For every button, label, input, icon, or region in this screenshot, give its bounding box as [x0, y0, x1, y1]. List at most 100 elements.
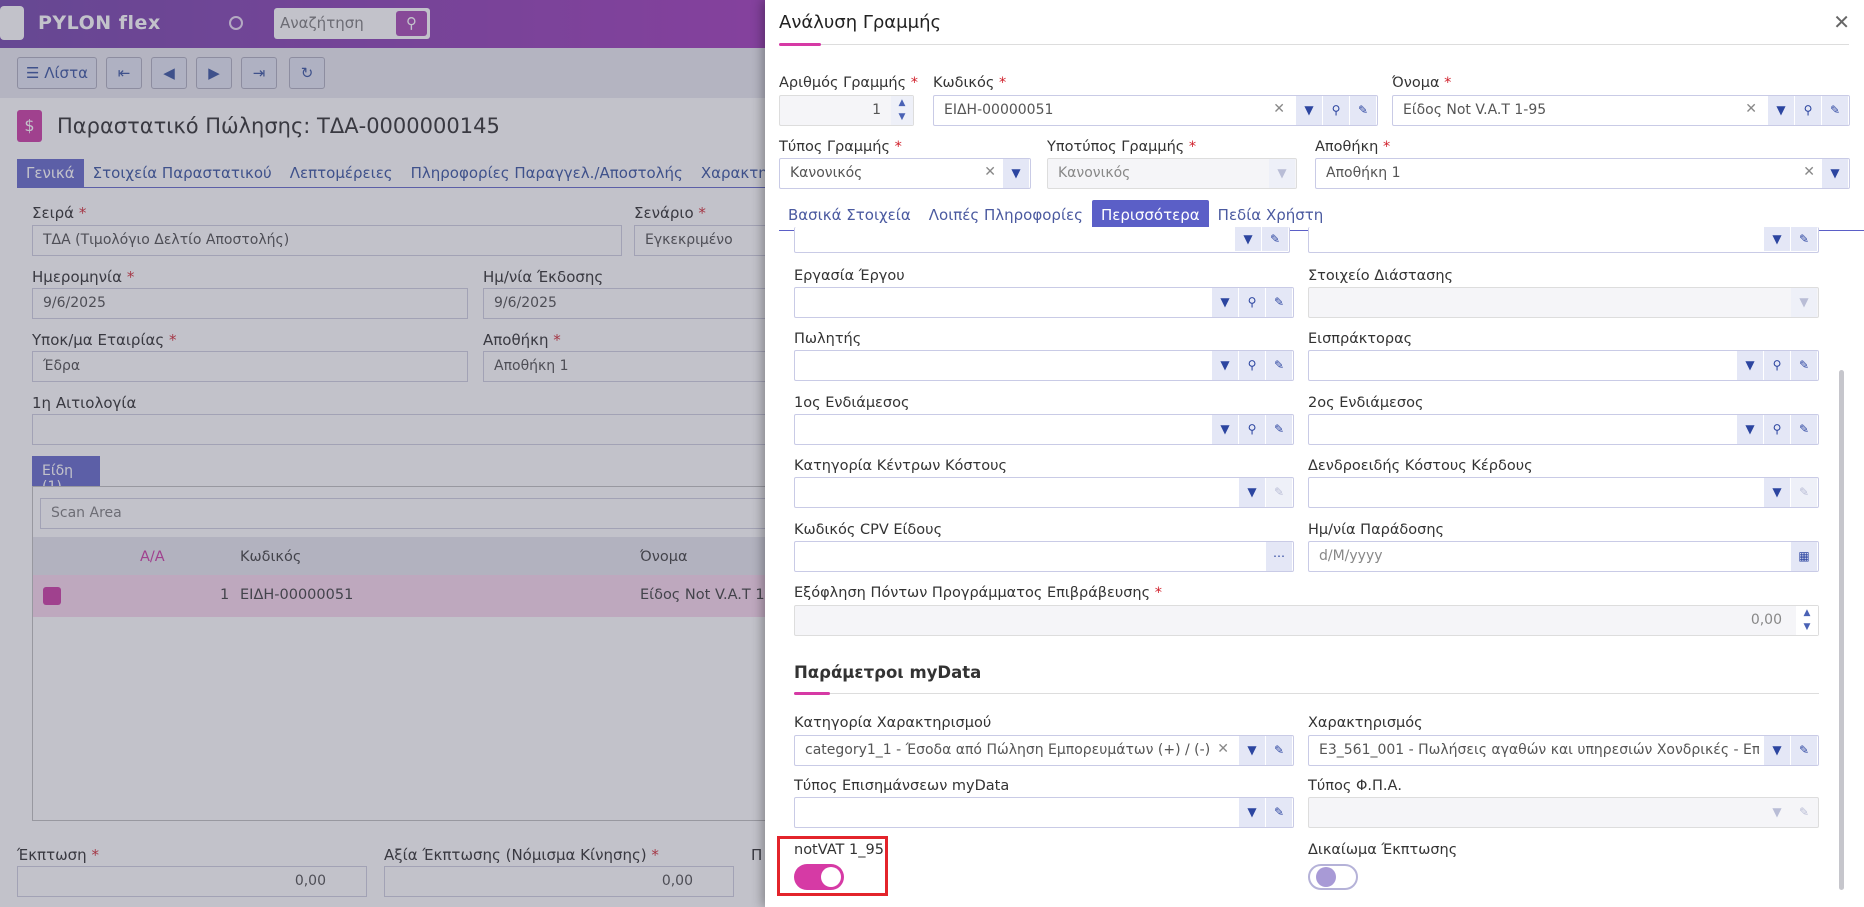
search-icon[interactable]: ⚲: [1323, 96, 1349, 125]
cost-center-category-field[interactable]: ▼ ✎: [794, 477, 1294, 508]
char-category-label: Κατηγορία Χαρακτηρισμού: [794, 715, 992, 731]
cpv-label: Κωδικός CPV Είδους: [794, 522, 943, 538]
search-icon[interactable]: ⚲: [1239, 351, 1265, 380]
project-task-field[interactable]: ▼ ⚲ ✎: [794, 287, 1294, 318]
stepper-arrows-icon[interactable]: ▲ ▼: [1796, 606, 1818, 635]
edit-icon[interactable]: ✎: [1266, 415, 1292, 444]
chevron-down-icon: ▼: [1772, 805, 1782, 819]
tab-other-info[interactable]: Λοιπές Πληροφορίες: [920, 200, 1092, 230]
edit-icon[interactable]: ✎: [1266, 798, 1292, 827]
tab-user-fields[interactable]: Πεδία Χρήστη: [1209, 200, 1333, 230]
edit-icon[interactable]: ✎: [1266, 736, 1292, 765]
edit-icon[interactable]: ✎: [1822, 96, 1848, 125]
clear-icon[interactable]: ✕: [1803, 164, 1815, 180]
chevron-down-icon[interactable]: ▼: [1822, 159, 1848, 188]
salesman-label: Πωλητής: [794, 331, 862, 347]
cpv-field[interactable]: ⋯: [794, 541, 1294, 572]
salesman-field[interactable]: ▼ ⚲ ✎: [794, 350, 1294, 381]
calendar-icon[interactable]: ▦: [1791, 542, 1817, 571]
search-icon[interactable]: ⚲: [1764, 415, 1790, 444]
clear-icon[interactable]: ✕: [1273, 101, 1285, 117]
collector-label: Εισπράκτορας: [1308, 331, 1413, 347]
warehouse-label: Αποθήκη *: [1315, 139, 1391, 155]
discount-right-label: Δικαίωμα Έκπτωσης: [1308, 842, 1458, 858]
search-icon[interactable]: ⚲: [1764, 351, 1790, 380]
code-field[interactable]: ΕΙΔΗ-00000051 ✕ ▼ ⚲ ✎: [933, 95, 1378, 126]
mydata-section-title: Παράμετροι myData: [794, 663, 982, 682]
chevron-down-icon[interactable]: ▼: [1235, 227, 1261, 251]
discount-right-toggle[interactable]: [1308, 864, 1358, 890]
search-icon[interactable]: ⚲: [1795, 96, 1821, 125]
chevron-down-icon[interactable]: ▼: [1003, 159, 1029, 188]
chevron-down-icon[interactable]: ▼: [1212, 288, 1238, 317]
line-type-label: Τύπος Γραμμής *: [779, 139, 902, 155]
edit-icon[interactable]: ✎: [1791, 415, 1817, 444]
chevron-down-icon[interactable]: ▼: [1296, 96, 1322, 125]
partial-field-right[interactable]: ▼ ✎: [1308, 227, 1819, 253]
partial-field-left[interactable]: ▼ ✎: [794, 227, 1290, 253]
line-subtype-label: Υποτύπος Γραμμής *: [1047, 139, 1197, 155]
chevron-down-icon[interactable]: ▼: [1764, 736, 1790, 765]
line-number-stepper[interactable]: 1 ▲ ▼: [779, 95, 914, 126]
line-type-select[interactable]: Κανονικός ✕ ▼: [779, 158, 1031, 189]
tab-more[interactable]: Περισσότερα: [1091, 200, 1209, 230]
intermediary2-label: 2ος Ενδιάμεσος: [1308, 395, 1424, 411]
edit-icon: ✎: [1266, 478, 1292, 507]
chevron-down-icon[interactable]: ▼: [1239, 478, 1265, 507]
delivery-date-label: Ημ/νία Παράδοσης: [1308, 522, 1445, 538]
chevron-down-icon[interactable]: ▼: [1768, 96, 1794, 125]
edit-icon[interactable]: ✎: [1791, 227, 1817, 251]
cost-tree-label: Δενδροειδής Κόστους Κέρδους: [1308, 458, 1533, 474]
delivery-date-field[interactable]: d/M/yyyy ▦: [1308, 541, 1819, 572]
chevron-down-icon[interactable]: ▼: [1764, 227, 1790, 251]
search-icon[interactable]: ⚲: [1239, 415, 1265, 444]
intermediary1-field[interactable]: ▼ ⚲ ✎: [794, 414, 1294, 445]
more-dots-icon[interactable]: ⋯: [1266, 542, 1292, 571]
clear-icon[interactable]: ✕: [984, 164, 996, 180]
edit-icon[interactable]: ✎: [1266, 288, 1292, 317]
panel-title: Ανάλυση Γραμμής: [779, 12, 942, 33]
chevron-down-icon[interactable]: ▼: [1737, 351, 1763, 380]
close-icon[interactable]: ✕: [1833, 10, 1850, 34]
code-label: Κωδικός *: [933, 75, 1007, 91]
vat-type-select[interactable]: ▼ ✎: [1308, 797, 1819, 828]
clear-icon[interactable]: ✕: [1217, 741, 1229, 757]
edit-icon[interactable]: ✎: [1266, 351, 1292, 380]
edit-icon[interactable]: ✎: [1350, 96, 1376, 125]
warehouse-select[interactable]: Αποθήκη 1 ✕ ▼: [1315, 158, 1850, 189]
tab-basic[interactable]: Βασικά Στοιχεία: [779, 200, 920, 230]
dimension-field[interactable]: ▼: [1308, 287, 1819, 318]
name-field[interactable]: Είδος Not V.A.T 1-95 ✕ ▼ ⚲ ✎: [1392, 95, 1850, 126]
line-analysis-panel: Ανάλυση Γραμμής ✕ Αριθμός Γραμμής * 1 ▲ ▼…: [765, 0, 1864, 907]
chevron-down-icon[interactable]: ▼: [1239, 736, 1265, 765]
characterization-label: Χαρακτηρισμός: [1308, 715, 1423, 731]
stepper-arrows-icon[interactable]: ▲ ▼: [891, 96, 913, 125]
line-number-label: Αριθμός Γραμμής *: [779, 75, 918, 91]
section-divider: [794, 693, 1819, 694]
loyalty-stepper[interactable]: 0,00 ▲ ▼: [794, 605, 1819, 636]
characterization-select[interactable]: E3_561_001 - Πωλήσεις αγαθών και υπηρεσι…: [1308, 735, 1819, 766]
edit-icon[interactable]: ✎: [1791, 736, 1817, 765]
search-icon[interactable]: ⚲: [1239, 288, 1265, 317]
collector-field[interactable]: ▼ ⚲ ✎: [1308, 350, 1819, 381]
chevron-down-icon[interactable]: ▼: [1212, 351, 1238, 380]
cost-tree-field[interactable]: ▼ ✎: [1308, 477, 1819, 508]
notes-type-select[interactable]: ▼ ✎: [794, 797, 1294, 828]
header-divider: [779, 44, 1849, 45]
chevron-down-icon[interactable]: ▼: [1737, 415, 1763, 444]
chevron-down-icon[interactable]: ▼: [1239, 798, 1265, 827]
line-subtype-select[interactable]: Κανονικός ▼: [1047, 158, 1297, 189]
chevron-down-icon[interactable]: ▼: [1212, 415, 1238, 444]
intermediary2-field[interactable]: ▼ ⚲ ✎: [1308, 414, 1819, 445]
notes-type-label: Τύπος Επισημάνσεων myData: [794, 778, 1010, 794]
vat-type-label: Τύπος Φ.Π.Α.: [1308, 778, 1403, 794]
edit-icon[interactable]: ✎: [1262, 227, 1288, 251]
chevron-down-icon[interactable]: ▼: [1764, 478, 1790, 507]
char-category-select[interactable]: category1_1 - Έσοδα από Πώληση Εμπορευμά…: [794, 735, 1294, 766]
edit-icon[interactable]: ✎: [1791, 351, 1817, 380]
chevron-down-icon: ▼: [1269, 159, 1295, 188]
panel-scrollbar[interactable]: [1839, 370, 1844, 890]
project-task-label: Εργασία Έργου: [794, 268, 905, 284]
edit-icon: ✎: [1791, 478, 1817, 507]
clear-icon[interactable]: ✕: [1745, 101, 1757, 117]
